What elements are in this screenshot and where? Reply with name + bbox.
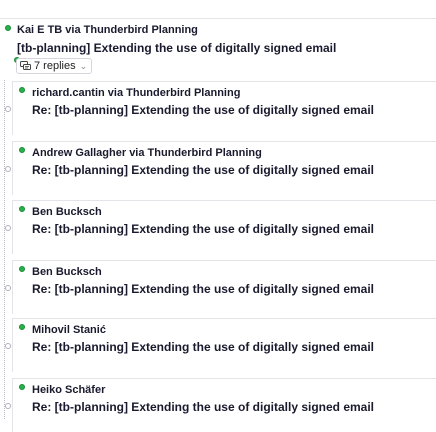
reply-author: Mihovil Stanić bbox=[32, 324, 106, 336]
reply-author: Ben Bucksch bbox=[32, 266, 102, 278]
root-message-subject[interactable]: [tb-planning] Extending the use of digit… bbox=[17, 41, 336, 55]
reply-author: Ben Bucksch bbox=[32, 206, 102, 218]
reply-card[interactable]: Andrew Gallagher via Thunderbird Plannin… bbox=[5, 141, 436, 195]
unread-dot-icon bbox=[19, 266, 25, 272]
thread-node-icon bbox=[5, 106, 11, 112]
reply-subject: Re: [tb-planning] Extending the use of d… bbox=[32, 400, 375, 414]
thread-node-icon bbox=[5, 285, 11, 291]
reply-subject: Re: [tb-planning] Extending the use of d… bbox=[32, 340, 375, 354]
reply-subject: Re: [tb-planning] Extending the use of d… bbox=[32, 282, 375, 296]
reply-subject: Re: [tb-planning] Extending the use of d… bbox=[32, 163, 375, 177]
thread-node-icon bbox=[5, 403, 11, 409]
header-divider bbox=[0, 18, 436, 19]
thread-connector-line bbox=[4, 80, 5, 419]
reply-card[interactable]: Ben Bucksch Re: [tb-planning] Extending … bbox=[5, 260, 436, 314]
reply-author: Heiko Schäfer bbox=[32, 384, 106, 396]
thread-node-icon bbox=[5, 166, 11, 172]
speech-bubbles-icon bbox=[20, 61, 31, 70]
root-message-author[interactable]: Kai E TB via Thunderbird Planning bbox=[17, 24, 198, 36]
reply-subject: Re: [tb-planning] Extending the use of d… bbox=[32, 103, 375, 117]
unread-dot-icon bbox=[5, 25, 11, 31]
reply-card[interactable]: Heiko Schäfer Re: [tb-planning] Extendin… bbox=[5, 378, 436, 432]
unread-dot-icon bbox=[19, 206, 25, 212]
reply-card[interactable]: Ben Bucksch Re: [tb-planning] Extending … bbox=[5, 200, 436, 254]
thread-node-icon bbox=[5, 343, 11, 349]
unread-dot-icon bbox=[19, 87, 25, 93]
reply-card[interactable]: richard.cantin via Thunderbird Planning … bbox=[5, 81, 436, 135]
replies-toggle-button[interactable]: 7 replies ⌄ bbox=[16, 58, 93, 74]
reply-author: richard.cantin via Thunderbird Planning bbox=[32, 87, 241, 99]
replies-count-label: 7 replies bbox=[34, 60, 76, 72]
reply-author: Andrew Gallagher via Thunderbird Plannin… bbox=[32, 147, 262, 159]
unread-dot-icon bbox=[19, 147, 25, 153]
chevron-down-icon: ⌄ bbox=[79, 60, 88, 71]
unread-dot-icon bbox=[19, 384, 25, 390]
unread-dot-icon bbox=[19, 324, 25, 330]
thread-node-icon bbox=[5, 225, 11, 231]
reply-subject: Re: [tb-planning] Extending the use of d… bbox=[32, 222, 375, 236]
reply-card[interactable]: Mihovil Stanić Re: [tb-planning] Extendi… bbox=[5, 318, 436, 372]
